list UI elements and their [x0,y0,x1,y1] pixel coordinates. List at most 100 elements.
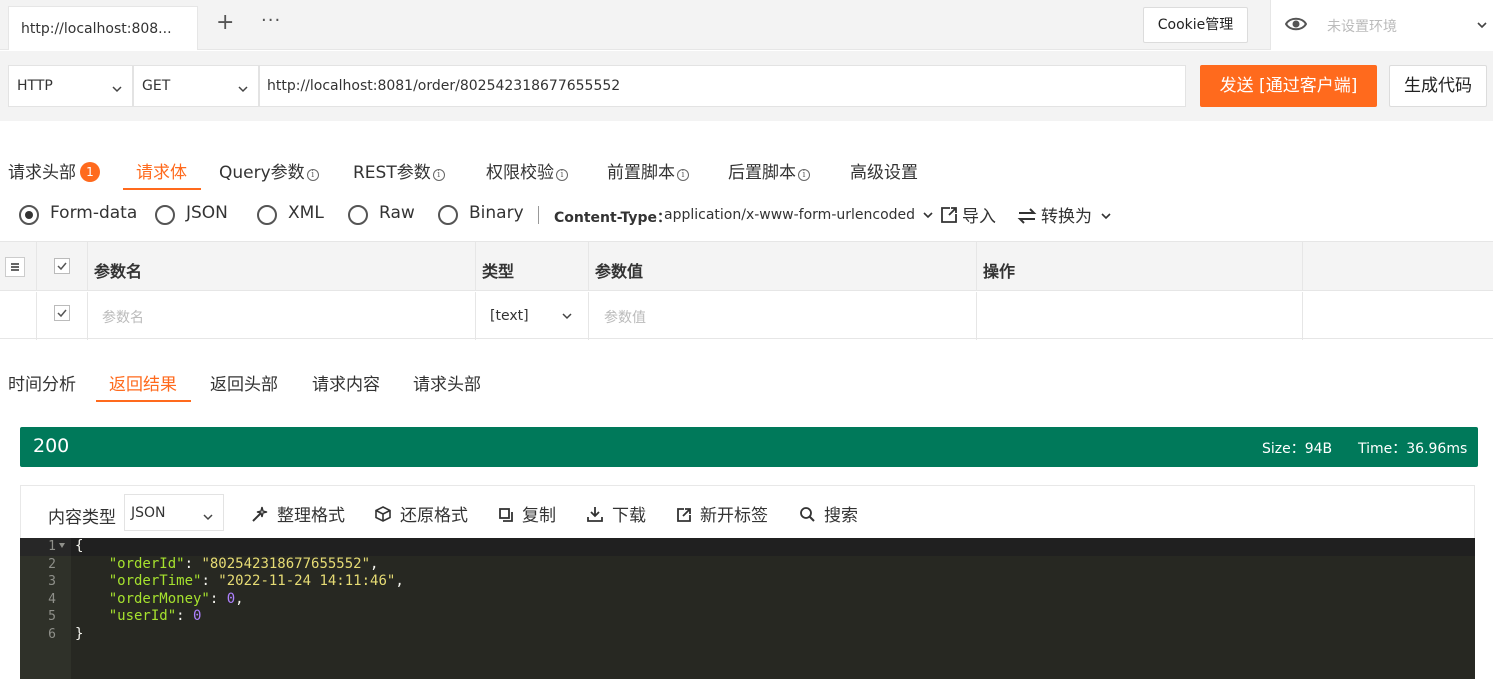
info-icon: i [677,169,689,181]
radio-form-data[interactable] [19,205,39,225]
column-header-value: 参数值 [595,262,644,281]
tab-sent-headers[interactable]: 请求头部 [413,370,481,395]
line-number: 1 [48,539,56,554]
line-number: 4 [48,591,56,607]
protocol-value: HTTP [17,78,53,94]
tab-response-headers[interactable]: 返回头部 [210,370,278,395]
chevron-down-icon [1101,213,1111,220]
chevron-down-icon [112,81,122,97]
radio-binary[interactable] [438,205,458,225]
import-button[interactable]: 导入 [940,202,996,227]
divider [538,206,539,224]
send-button[interactable]: 发送 [通过客户端] [1200,65,1377,107]
param-value-placeholder: 参数值 [604,310,646,326]
copy-icon [499,508,513,522]
param-value-input[interactable]: 参数值 [589,292,977,340]
json-key: "userId" [108,608,177,624]
tab-label: Query参数 [219,163,305,183]
radio-raw[interactable] [348,205,368,225]
convert-button[interactable]: 转换为 [1017,202,1112,227]
line-number: 2 [48,556,56,572]
column-header-type: 类型 [482,262,515,281]
content-type-select[interactable]: JSON [124,494,224,531]
header-cell: 参数名 [88,242,476,290]
row-cell [37,292,88,340]
response-code-editor[interactable]: 1 2 3 4 5 6 { "orderId": "80254231867765… [20,538,1475,679]
code-content: { "orderId": "802542318677655552", "orde… [75,538,404,642]
restore-button[interactable]: 还原格式 [374,501,468,526]
body-type-label: Binary [469,203,524,223]
tab-request-content[interactable]: 请求内容 [312,370,380,395]
select-all-cell [37,242,88,290]
info-icon: i [306,169,319,181]
protocol-select[interactable]: HTTP [8,65,133,107]
tab-advanced[interactable]: 高级设置 [850,158,918,190]
tab-request-headers[interactable]: 请求头部 1 [8,158,100,190]
external-link-icon [677,508,691,522]
info-icon: i [556,169,568,181]
generate-code-button[interactable]: 生成代码 [1389,65,1487,107]
add-tab-button[interactable]: + [216,10,234,35]
tab-auth[interactable]: 权限校验 i [486,158,568,190]
chevron-down-icon [1476,18,1488,34]
table-header: 参数名 类型 参数值 操作 [0,242,1493,291]
info-icon: i [798,169,810,181]
chevron-down-icon [238,81,248,97]
tab-bar: http://localhost:808... + ··· Cookie管理 未… [0,0,1493,50]
tab-response-body[interactable]: 返回结果 [109,370,177,395]
search-icon [800,507,815,522]
json-key: "orderId" [108,555,185,572]
request-tab[interactable]: http://localhost:808... [8,6,198,50]
tab-post-script[interactable]: 后置脚本 i [728,158,810,190]
body-type-label: Raw [379,203,415,223]
tab-query-params[interactable]: Query参数 i [219,158,319,190]
cube-icon [375,506,391,522]
select-all-checkbox[interactable] [54,258,70,274]
environment-label: 未设置环境 [1327,19,1397,35]
tab-rest-params[interactable]: REST参数 i [353,158,445,190]
active-tab-indicator [96,400,191,402]
tab-timing[interactable]: 时间分析 [8,370,76,395]
fold-arrow-icon[interactable] [59,543,65,548]
radio-json[interactable] [155,205,175,225]
menu-icon[interactable] [5,257,25,277]
tab-request-body[interactable]: 请求体 [136,158,187,190]
content-type-label: 内容类型 [48,508,116,528]
import-label: 导入 [962,207,996,227]
tab-label: 高级设置 [850,163,918,183]
search-button[interactable]: 搜索 [799,501,858,526]
url-input[interactable]: http://localhost:8081/order/802542318677… [259,65,1186,107]
response-toolbar: 内容类型 JSON 整理格式 还原格式 复制 下载 新开标签 搜索 [20,485,1475,539]
open-brace: { [75,538,84,554]
active-tab-indicator [123,188,201,190]
radio-xml[interactable] [257,205,277,225]
eye-icon[interactable] [1284,14,1308,38]
param-type-select[interactable]: [text] [476,292,589,340]
json-value: "2022-11-24 14:11:46" [218,573,396,589]
tab-label: 权限校验 [486,163,554,183]
content-type-value: JSON [131,505,166,521]
row-checkbox[interactable] [54,305,70,321]
copy-button[interactable]: 复制 [498,501,556,526]
body-type-label: Form-data [50,203,138,223]
open-new-tab-button[interactable]: 新开标签 [676,501,768,526]
param-name-placeholder: 参数名 [102,310,144,326]
body-type-label: XML [288,203,324,223]
json-value: "802542318677655552" [201,555,371,572]
params-table: 参数名 类型 参数值 操作 参数名 [text] 参数值 [0,241,1493,340]
json-value: 0 [226,590,236,607]
header-cell: 参数值 [589,242,977,290]
chevron-down-icon [923,212,934,219]
environment-select[interactable]: 未设置环境 [1270,0,1493,50]
tab-pre-script[interactable]: 前置脚本 i [607,158,689,190]
format-button[interactable]: 整理格式 [251,501,345,526]
tab-label: 后置脚本 [728,163,796,183]
status-bar: 200 Size：94B Time：36.96ms [20,427,1478,467]
more-tabs-button[interactable]: ··· [261,10,281,31]
cookie-manage-button[interactable]: Cookie管理 [1143,7,1248,43]
method-select[interactable]: GET [133,65,259,107]
content-type-select[interactable]: application/x-www-form-urlencoded [664,207,934,223]
download-button[interactable]: 下载 [586,501,646,526]
menu-cell [0,242,37,290]
param-name-input[interactable]: 参数名 [88,292,476,340]
